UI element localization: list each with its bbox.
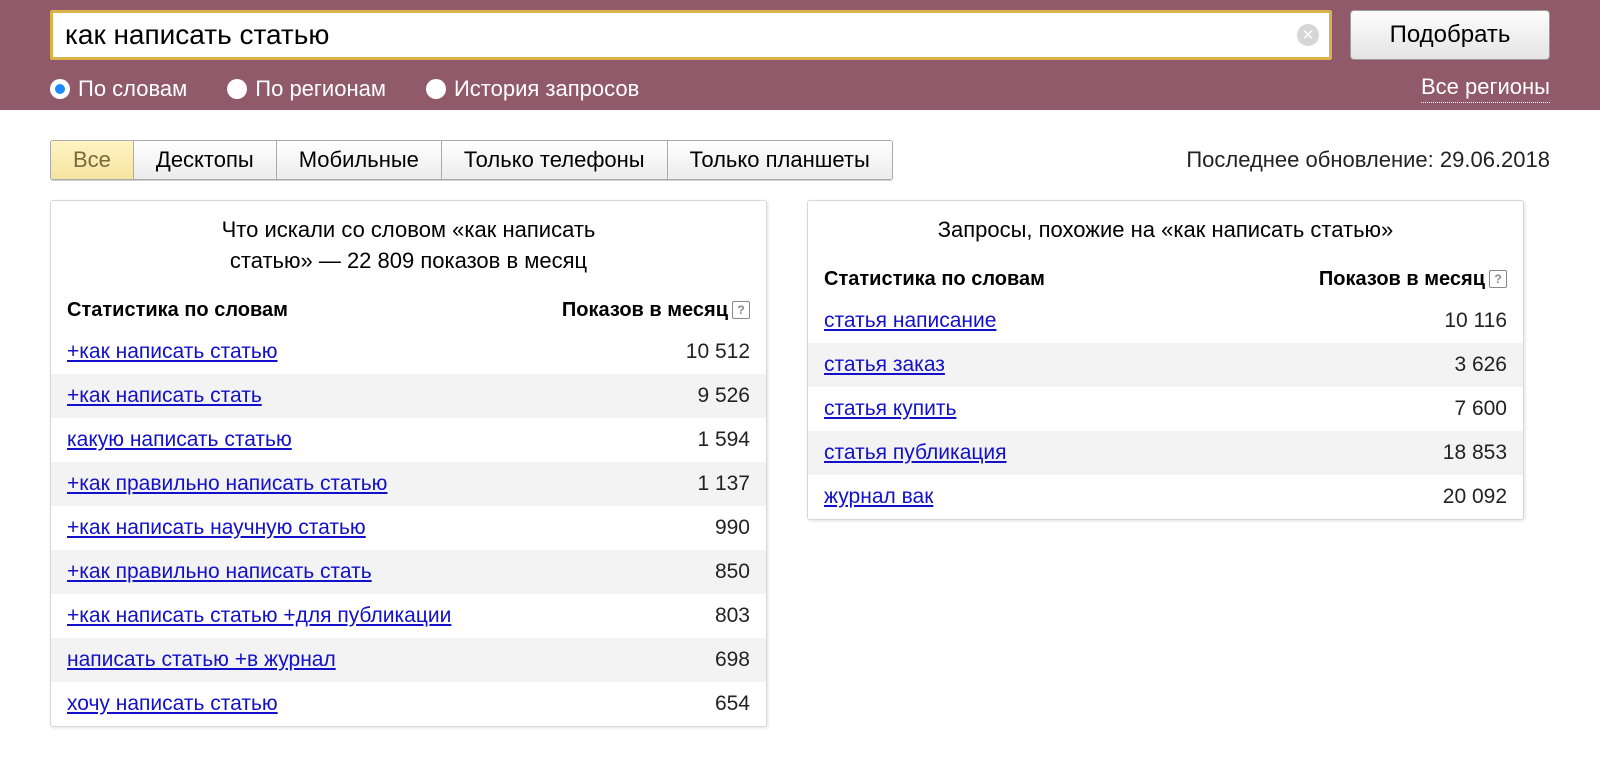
impressions-count: 698	[715, 648, 750, 672]
left-panel-title: Что искали со словом «как написать стать…	[51, 201, 766, 291]
query-link[interactable]: журнал вак	[824, 485, 933, 508]
table-row: хочу написать статью 654	[51, 682, 766, 726]
query-link[interactable]: какую написать статью	[67, 428, 292, 451]
table-row: написать статью +в журнал 698	[51, 638, 766, 682]
column-count-header: Показов в месяц ?	[1319, 268, 1507, 291]
right-table-header: Статистика по словам Показов в месяц ?	[808, 260, 1523, 299]
help-icon[interactable]: ?	[1489, 270, 1507, 288]
tab-desktops[interactable]: Десктопы	[134, 141, 277, 179]
impressions-count: 9 526	[697, 384, 750, 408]
tab-tablets[interactable]: Только планшеты	[668, 141, 892, 179]
impressions-count: 10 512	[686, 340, 750, 364]
column-stat-header: Статистика по словам	[67, 299, 562, 322]
submit-button[interactable]: Подобрать	[1350, 10, 1550, 60]
radio-icon	[227, 79, 247, 99]
table-row: +как написать статью 10 512	[51, 330, 766, 374]
impressions-count: 20 092	[1443, 485, 1507, 509]
query-link[interactable]: статья купить	[824, 397, 956, 420]
filter-history[interactable]: История запросов	[426, 76, 639, 102]
filter-by-words[interactable]: По словам	[50, 76, 187, 102]
table-row: статья заказ 3 626	[808, 343, 1523, 387]
top-bar: ✕ Подобрать По словам По регионам Истори…	[0, 0, 1600, 110]
impressions-count: 1 137	[697, 472, 750, 496]
left-panel: Что искали со словом «как написать стать…	[50, 200, 767, 727]
query-link[interactable]: +как написать научную статью	[67, 516, 366, 539]
table-row: +как правильно написать стать 850	[51, 550, 766, 594]
impressions-count: 7 600	[1454, 397, 1507, 421]
impressions-count: 10 116	[1444, 309, 1507, 333]
clear-icon[interactable]: ✕	[1297, 24, 1319, 46]
query-link[interactable]: статья заказ	[824, 353, 945, 376]
tab-phones[interactable]: Только телефоны	[442, 141, 668, 179]
table-row: +как написать статью +для публикации 803	[51, 594, 766, 638]
region-selector-link[interactable]: Все регионы	[1421, 74, 1550, 103]
table-row: +как написать стать 9 526	[51, 374, 766, 418]
help-icon[interactable]: ?	[732, 301, 750, 319]
table-row: статья купить 7 600	[808, 387, 1523, 431]
filter-by-regions[interactable]: По регионам	[227, 76, 386, 102]
table-row: журнал вак 20 092	[808, 475, 1523, 519]
filter-by-regions-label: По регионам	[255, 76, 386, 102]
column-count-header-text: Показов в месяц	[562, 299, 728, 322]
tab-mobiles[interactable]: Мобильные	[277, 141, 442, 179]
impressions-count: 3 626	[1454, 353, 1507, 377]
filter-row: По словам По регионам История запросов В…	[50, 74, 1550, 103]
column-count-header-text: Показов в месяц	[1319, 268, 1485, 291]
right-panel-title: Запросы, похожие на «как написать статью…	[808, 201, 1523, 260]
table-row: +как правильно написать статью 1 137	[51, 462, 766, 506]
query-link[interactable]: хочу написать статью	[67, 692, 278, 715]
query-link[interactable]: +как написать статью	[67, 340, 278, 363]
last-updated-label: Последнее обновление: 29.06.2018	[1186, 147, 1550, 173]
left-table-header: Статистика по словам Показов в месяц ?	[51, 291, 766, 330]
radio-icon	[426, 79, 446, 99]
left-panel-title-line2: статью» — 22 809 показов в месяц	[230, 248, 587, 273]
table-row: какую написать статью 1 594	[51, 418, 766, 462]
impressions-count: 803	[715, 604, 750, 628]
filter-history-label: История запросов	[454, 76, 639, 102]
left-panel-title-line1: Что искали со словом «как написать	[222, 217, 596, 242]
table-row: статья написание 10 116	[808, 299, 1523, 343]
impressions-count: 990	[715, 516, 750, 540]
tab-all[interactable]: Все	[51, 141, 134, 179]
query-link[interactable]: написать статью +в журнал	[67, 648, 336, 671]
radio-icon	[50, 79, 70, 99]
column-stat-header: Статистика по словам	[824, 268, 1319, 291]
column-count-header: Показов в месяц ?	[562, 299, 750, 322]
search-input[interactable]	[53, 13, 1329, 57]
query-link[interactable]: +как правильно написать стать	[67, 560, 372, 583]
table-row: статья публикация 18 853	[808, 431, 1523, 475]
query-link[interactable]: статья написание	[824, 309, 996, 332]
right-panel: Запросы, похожие на «как написать статью…	[807, 200, 1524, 520]
query-link[interactable]: +как правильно написать статью	[67, 472, 387, 495]
search-box: ✕	[50, 10, 1332, 60]
impressions-count: 18 853	[1443, 441, 1507, 465]
filter-by-words-label: По словам	[78, 76, 187, 102]
impressions-count: 654	[715, 692, 750, 716]
query-link[interactable]: статья публикация	[824, 441, 1007, 464]
impressions-count: 1 594	[697, 428, 750, 452]
device-tabs: ВсеДесктопыМобильныеТолько телефоныТольк…	[50, 140, 893, 180]
table-row: +как написать научную статью 990	[51, 506, 766, 550]
impressions-count: 850	[715, 560, 750, 584]
query-link[interactable]: +как написать стать	[67, 384, 262, 407]
query-link[interactable]: +как написать статью +для публикации	[67, 604, 451, 627]
